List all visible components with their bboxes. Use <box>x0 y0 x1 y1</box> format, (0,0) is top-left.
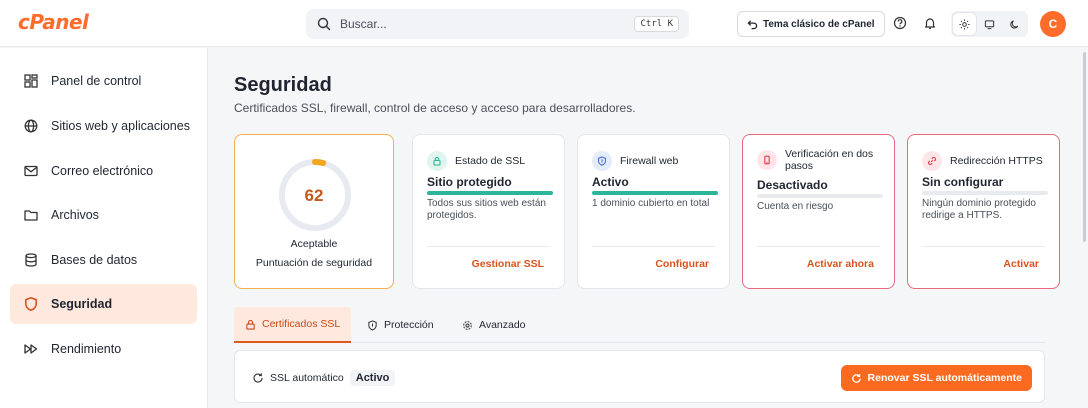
sidebar-item-security[interactable]: Seguridad <box>10 284 197 324</box>
cpanel-logo[interactable]: cPanel <box>18 10 89 34</box>
card-progress <box>757 194 883 198</box>
card-heading: Estado de SSL <box>455 155 526 167</box>
shield-icon <box>592 151 612 171</box>
search-icon <box>317 17 331 31</box>
card-description: Cuenta en riesgo <box>757 201 834 212</box>
mail-icon <box>24 165 38 177</box>
dark-mode-button[interactable] <box>1003 13 1026 35</box>
fast-forward-icon <box>24 344 38 354</box>
https-redirect-card: Redirección HTTPS Sin configurar Ningún … <box>907 134 1060 289</box>
card-title: Activo <box>592 175 629 189</box>
card-progress <box>592 191 718 195</box>
lock-icon <box>246 319 255 330</box>
divider <box>592 246 715 247</box>
configure-firewall-link[interactable]: Configurar <box>655 258 709 270</box>
card-title: Sin configurar <box>922 175 1004 189</box>
globe-icon <box>24 119 38 133</box>
divider <box>427 246 550 247</box>
two-factor-card: Verificación en dos pasos Desactivado Cu… <box>742 134 895 289</box>
card-progress <box>922 191 1048 195</box>
search-placeholder: Buscar... <box>340 17 387 31</box>
notifications-button[interactable] <box>921 14 939 32</box>
top-bar: cPanel Buscar... Ctrl K Tema clásico de … <box>0 0 1088 47</box>
card-description: Todos sus sitios web están protegidos. <box>427 198 546 221</box>
card-description: 1 dominio cubierto en total <box>592 198 710 209</box>
system-mode-button[interactable] <box>978 13 1001 35</box>
classic-theme-button[interactable]: Tema clásico de cPanel <box>737 11 885 37</box>
security-tabs: Certificados SSL Protección Avanzado <box>234 307 1045 343</box>
score-value: 62 <box>304 186 324 205</box>
renew-auto-ssl-button[interactable]: Renovar SSL automáticamente <box>840 365 1032 391</box>
sidebar-item-label: Bases de datos <box>51 253 138 267</box>
enable-https-redirect-link[interactable]: Activar <box>1003 258 1039 270</box>
gear-icon <box>463 320 472 330</box>
renew-button-label: Renovar SSL automáticamente <box>867 372 1022 384</box>
sidebar-item-label: Seguridad <box>51 297 113 311</box>
auto-ssl-label: SSL automático <box>270 372 344 384</box>
card-heading: Firewall web <box>620 155 679 167</box>
folder-icon <box>24 210 38 221</box>
lock-icon <box>427 151 447 171</box>
sun-icon <box>959 18 970 30</box>
shield-icon <box>368 319 377 331</box>
search-input[interactable]: Buscar... Ctrl K <box>306 9 689 39</box>
tab-advanced[interactable]: Avanzado <box>451 307 537 343</box>
card-title: Desactivado <box>757 178 828 192</box>
status-badge: Activo <box>349 370 396 386</box>
sidebar-item-label: Correo electrónico <box>51 164 154 178</box>
sidebar-item-websites[interactable]: Sitios web y aplicaciones <box>10 106 197 146</box>
sidebar-item-files[interactable]: Archivos <box>10 195 197 235</box>
page-subtitle: Certificados SSL, firewall, control de a… <box>234 101 636 115</box>
database-icon <box>25 253 37 267</box>
tab-label: Certificados SSL <box>262 318 341 330</box>
sidebar: Panel de control Sitios web y aplicacion… <box>0 48 208 408</box>
firewall-card: Firewall web Activo 1 dominio cubierto e… <box>577 134 730 289</box>
tab-ssl-certificates[interactable]: Certificados SSL <box>234 307 352 343</box>
search-shortcut: Ctrl K <box>634 16 679 32</box>
sidebar-item-email[interactable]: Correo electrónico <box>10 151 197 191</box>
avatar[interactable]: C <box>1040 11 1066 37</box>
theme-mode-switch <box>951 11 1028 37</box>
moon-icon <box>1010 19 1019 29</box>
score-label: Aceptable <box>290 238 338 250</box>
help-button[interactable] <box>891 14 909 32</box>
shield-icon <box>25 297 37 312</box>
sidebar-item-label: Panel de control <box>51 74 142 88</box>
card-progress <box>427 191 553 195</box>
divider <box>757 246 880 247</box>
page-title: Seguridad <box>234 74 332 96</box>
sidebar-item-performance[interactable]: Rendimiento <box>10 329 197 369</box>
sidebar-item-label: Archivos <box>51 208 99 222</box>
sidebar-item-label: Sitios web y aplicaciones <box>51 119 190 133</box>
tab-label: Protección <box>384 319 434 331</box>
enable-two-factor-link[interactable]: Activar ahora <box>807 258 874 270</box>
sidebar-item-label: Rendimiento <box>51 342 122 356</box>
scrollbar-thumb[interactable] <box>1083 52 1086 242</box>
link-icon <box>922 151 942 171</box>
score-caption: Puntuación de seguridad <box>255 257 373 269</box>
sidebar-item-databases[interactable]: Bases de datos <box>10 240 197 280</box>
card-title: Sitio protegido <box>427 175 512 189</box>
light-mode-button[interactable] <box>953 13 976 35</box>
tab-protection[interactable]: Protección <box>356 307 445 343</box>
sidebar-item-panel[interactable]: Panel de control <box>10 61 197 101</box>
card-heading: Redirección HTTPS <box>950 155 1043 167</box>
auto-ssl-panel: SSL automático Activo Renovar SSL automá… <box>234 350 1045 403</box>
card-description: Ningún dominio protegido redirige a HTTP… <box>922 198 1036 221</box>
classic-theme-label: Tema clásico de cPanel <box>763 18 875 30</box>
phone-icon <box>757 150 777 170</box>
card-heading: Verificación en dos pasos <box>785 148 874 172</box>
ssl-status-card: Estado de SSL Sitio protegido Todos sus … <box>412 134 565 289</box>
security-score-card: 62 Aceptable Puntuación de seguridad <box>234 134 394 289</box>
monitor-icon <box>984 19 995 29</box>
undo-icon <box>747 19 758 29</box>
dashboard-icon <box>24 74 38 88</box>
refresh-icon <box>851 373 861 383</box>
tab-label: Avanzado <box>479 319 526 331</box>
divider <box>922 246 1045 247</box>
bell-icon <box>924 18 936 29</box>
question-icon <box>893 16 907 30</box>
refresh-icon <box>253 373 263 383</box>
manage-ssl-link[interactable]: Gestionar SSL <box>472 258 544 270</box>
